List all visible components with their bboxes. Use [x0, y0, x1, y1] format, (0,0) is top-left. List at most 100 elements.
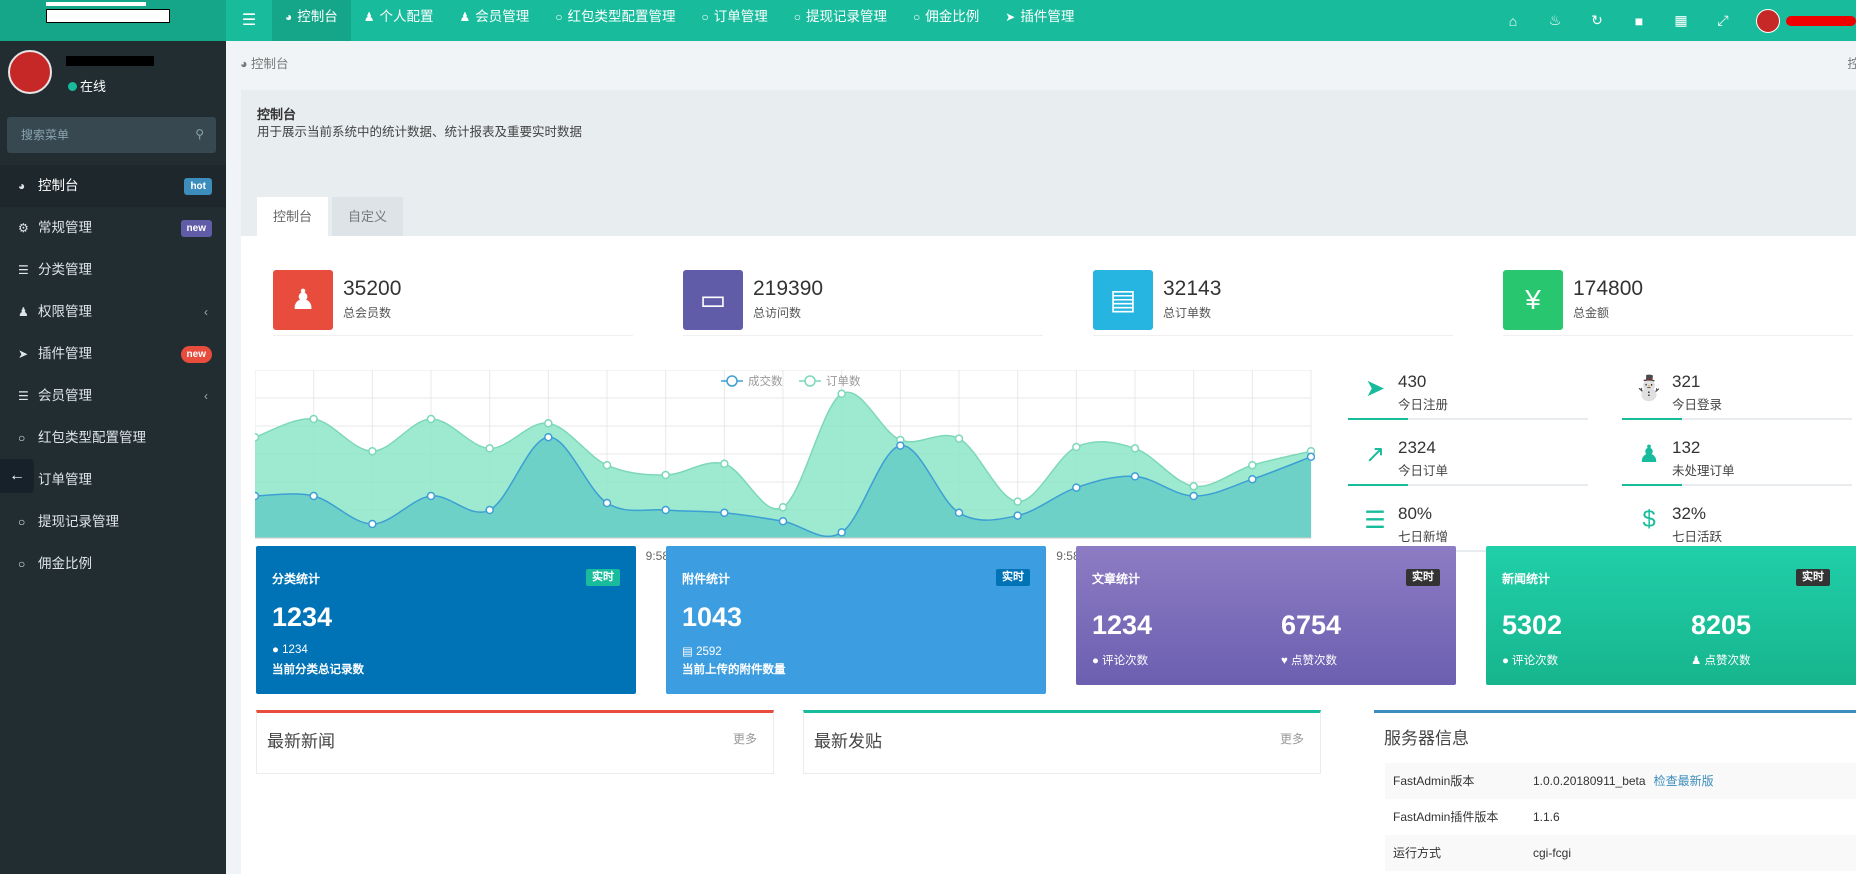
card-news-stats: 新闻统计 实时 5302 ● 评论次数 8205 ♟ 点赞次数: [1486, 546, 1856, 685]
top-navbar: ☰ ◕ 控制台 ♟ 个人配置 ♟ 会员管理 ○ 红包类型配置管理 ○ 订单管理 ○ 提现记录…: [0, 0, 1856, 41]
logo[interactable]: [0, 0, 226, 41]
data-point: [544, 432, 553, 442]
sidebar-item-members[interactable]: ☰ 会员管理 ‹: [0, 375, 226, 417]
mini-stat-label: 今日注册: [1398, 398, 1449, 412]
sidebar-item-plugins[interactable]: ➤ 插件管理 new: [0, 333, 226, 375]
trash-icon[interactable]: ■: [1618, 13, 1660, 29]
refresh-icon[interactable]: ↻: [1576, 12, 1618, 29]
sidebar-item-label: 提现记录管理: [38, 514, 119, 529]
info-key: 运行方式: [1393, 846, 1442, 860]
info-value: 1.1.6: [1533, 810, 1560, 824]
stat-label: 总会员数: [343, 306, 392, 320]
back-arrow-icon[interactable]: ←: [0, 459, 34, 493]
data-point: [1072, 483, 1081, 492]
topnav-label: 会员管理: [475, 9, 530, 24]
topnav-item-withdraw[interactable]: ○ 提现记录管理: [781, 0, 900, 41]
username-redaction[interactable]: [1786, 15, 1856, 26]
topnav-label: 红包类型配置管理: [567, 9, 676, 24]
sidebar-item-category[interactable]: ☰ 分类管理: [0, 249, 226, 291]
sidebar-item-label: 控制台: [38, 178, 79, 193]
sidebar-item-dashboard[interactable]: ◕ 控制台 hot: [0, 165, 226, 207]
comment-icon: ●: [1502, 655, 1513, 667]
stat-visits: ▭ 219390 总访问数: [683, 270, 1043, 336]
topnav-item-orders[interactable]: ○ 订单管理: [689, 0, 781, 41]
data-point: [1248, 460, 1257, 470]
topnav-label: 插件管理: [1020, 9, 1075, 24]
tab-custom[interactable]: 自定义: [332, 197, 404, 236]
bell-icon[interactable]: ♨: [1534, 12, 1576, 29]
card-value: 1234: [272, 602, 333, 632]
mini-stat-value: 132: [1672, 438, 1701, 457]
data-point: [309, 491, 318, 501]
topnav-item-profile[interactable]: ♟ 个人配置: [351, 0, 447, 41]
data-point: [485, 444, 494, 453]
progress-underline: [1348, 418, 1588, 420]
sidebar-item-redpacket[interactable]: ○ 红包类型配置管理: [0, 417, 226, 459]
data-point: [426, 414, 436, 424]
topnav-label: 提现记录管理: [806, 9, 888, 24]
topnav-label: 控制台: [297, 9, 338, 24]
card-title: 新闻统计: [1502, 572, 1551, 586]
sidebar-item-label: 权限管理: [38, 304, 92, 319]
more-link[interactable]: 更多: [1280, 730, 1304, 747]
avatar[interactable]: [1756, 8, 1780, 33]
mini-stat-label: 今日订单: [1398, 464, 1449, 478]
mini-stat-label: 七日新增: [1398, 530, 1449, 544]
user-panel: 在线: [0, 41, 226, 105]
home-icon[interactable]: ⌂: [1492, 13, 1534, 29]
users-icon: ♟: [273, 270, 333, 330]
stat-label: 总访问数: [753, 306, 802, 320]
legend-marker: [804, 375, 816, 387]
menu-toggle-icon[interactable]: ☰: [232, 0, 266, 41]
tab-dashboard[interactable]: 控制台: [257, 197, 329, 236]
top-nav: ◕ 控制台 ♟ 个人配置 ♟ 会员管理 ○ 红包类型配置管理 ○ 订单管理 ○ 提现记录管理…: [272, 0, 1087, 41]
fullscreen-icon[interactable]: ⤢: [1702, 12, 1744, 29]
sidebar-item-commission[interactable]: ○ 佣金比例: [0, 543, 226, 585]
check-update-link[interactable]: 检查最新版: [1654, 774, 1714, 788]
page-description: 用于展示当前系统中的统计数据、统计报表及重要实时数据: [257, 125, 583, 139]
panel-header: 控制台 用于展示当前系统中的统计数据、统计报表及重要实时数据 控制台 自定义: [241, 90, 1856, 236]
breadcrumb-right[interactable]: 控: [1847, 53, 1856, 72]
stat-label: 总订单数: [1163, 306, 1212, 320]
topnav-item-dashboard[interactable]: ◕ 控制台: [272, 0, 351, 41]
search-input[interactable]: [7, 117, 216, 153]
data-point: [1130, 444, 1140, 453]
cart-icon: ⛄: [1634, 375, 1664, 402]
data-point: [544, 418, 553, 428]
new-badge: new: [180, 346, 212, 363]
card-value: 8205: [1691, 610, 1752, 640]
data-point: [954, 434, 964, 443]
search-box: ⚲: [7, 117, 216, 153]
data-point: [255, 491, 260, 501]
topnav-item-commission[interactable]: ○ 佣金比例: [900, 0, 992, 41]
stat-amount: ¥ 174800 总金额: [1503, 270, 1853, 336]
online-dot-icon: [68, 82, 77, 91]
topnav-item-redpacket[interactable]: ○ 红包类型配置管理: [542, 0, 688, 41]
more-link[interactable]: 更多: [733, 730, 757, 747]
data-point: [778, 516, 788, 526]
user-icon: ♟: [459, 10, 471, 24]
shopping-bag-icon: ▤: [1093, 270, 1153, 330]
sidebar-item-withdraw[interactable]: ○ 提现记录管理: [0, 501, 226, 543]
stat-value: 174800: [1573, 277, 1644, 300]
sidebar-item-general[interactable]: ⚙ 常规管理 new: [0, 207, 226, 249]
sidebar: 在线 ⚲ ◕ 控制台 hot ⚙ 常规管理 new ☰ 分类管理 ♟ 权限管理 ‹ ➤ 插件管理…: [0, 41, 226, 874]
topnav-item-members[interactable]: ♟ 会员管理: [447, 0, 543, 41]
chevron-left-icon: ‹: [204, 305, 208, 319]
card-value: 1234: [1092, 610, 1153, 640]
data-point: [255, 432, 260, 442]
search-icon[interactable]: ⚲: [195, 127, 204, 141]
sidebar-item-auth[interactable]: ♟ 权限管理 ‹: [0, 291, 226, 333]
new-badge: new: [180, 220, 212, 237]
comment-icon: ●: [1092, 655, 1103, 667]
circle-icon: ○: [913, 10, 921, 24]
card-category-stats: 分类统计 实时 1234 ● 1234 当前分类总记录数: [256, 546, 636, 694]
latest-news-box: 最新新闻 更多: [256, 710, 774, 774]
data-point: [720, 459, 729, 469]
card-sub-label: 点赞次数: [1291, 655, 1338, 667]
topnav-item-plugins[interactable]: ➤ 插件管理: [992, 0, 1087, 41]
info-value: cgi-fcgi: [1533, 846, 1572, 860]
breadcrumb-label[interactable]: 控制台: [251, 57, 289, 71]
box-title: 服务器信息: [1384, 729, 1469, 748]
language-icon[interactable]: ▦: [1660, 12, 1702, 29]
